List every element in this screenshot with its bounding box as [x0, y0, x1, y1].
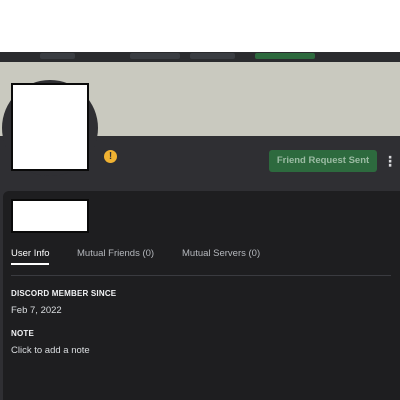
- faded-tab: [255, 53, 315, 59]
- active-tab-indicator: [11, 263, 49, 265]
- member-since-value: Feb 7, 2022: [11, 305, 62, 316]
- tab-user-info[interactable]: User Info: [11, 247, 50, 261]
- username-display: [11, 199, 89, 233]
- friend-request-sent-button[interactable]: Friend Request Sent: [269, 150, 377, 172]
- faded-tab: [130, 53, 180, 59]
- more-options-icon[interactable]: ⋮: [383, 151, 397, 171]
- tab-mutual-servers[interactable]: Mutual Servers (0): [182, 247, 260, 261]
- note-label: NOTE: [11, 329, 35, 338]
- tab-mutual-friends[interactable]: Mutual Friends (0): [77, 247, 154, 261]
- tabs-divider: [11, 275, 391, 276]
- faded-tab: [40, 53, 75, 59]
- note-input[interactable]: Click to add a note: [11, 345, 90, 356]
- top-strip: [0, 52, 400, 62]
- member-since-label: DISCORD MEMBER SINCE: [11, 289, 117, 298]
- faded-tab: [190, 53, 235, 59]
- avatar[interactable]: [11, 83, 89, 171]
- warning-icon[interactable]: !: [104, 150, 117, 163]
